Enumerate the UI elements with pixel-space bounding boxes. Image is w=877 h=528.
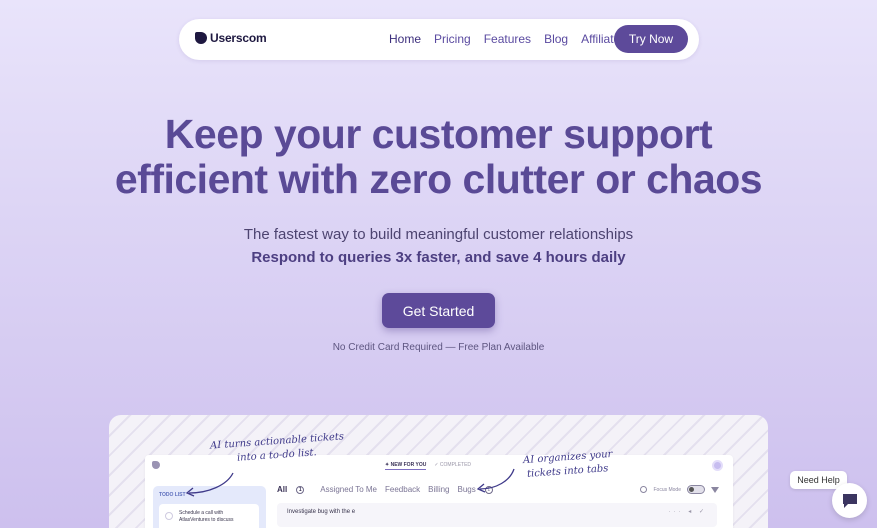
todo-item[interactable]: Schedule a call with AtlasVentures to di… xyxy=(159,504,259,528)
chat-bubble-icon xyxy=(842,493,857,508)
chat-launcher-button[interactable] xyxy=(832,483,867,518)
tab-all[interactable]: All 1 xyxy=(277,485,312,494)
tab-all-count-badge: 1 xyxy=(296,485,305,494)
avatar[interactable] xyxy=(712,460,723,471)
ticket-tools: Focus Mode xyxy=(640,485,719,494)
brand-name: Userscom xyxy=(210,31,267,45)
todo-checkbox[interactable] xyxy=(165,512,173,520)
nav-link-home[interactable]: Home xyxy=(389,32,421,46)
ticket-row[interactable]: Investigate bug with the e ··· ◂ ✓ xyxy=(277,503,717,527)
get-started-button[interactable]: Get Started xyxy=(382,293,495,328)
hero-subtitle: The fastest way to build meaningful cust… xyxy=(243,226,634,243)
app-logo-icon xyxy=(152,461,160,469)
tab-all-label: All xyxy=(277,485,288,494)
tab-feedback[interactable]: Feedback xyxy=(385,485,420,494)
top-navbar: Userscom Home Pricing Features Blog Affi… xyxy=(179,19,699,60)
ticket-subject: Investigate bug with the e xyxy=(287,509,356,515)
view-segment: ✦ NEW FOR YOU ✓ COMPLETED xyxy=(385,462,471,470)
brand-logo[interactable]: Userscom xyxy=(195,31,267,45)
nav-links: Home Pricing Features Blog Affiliate xyxy=(389,32,633,46)
hero-subtitle-bold: Respond to queries 3x faster, and save 4… xyxy=(251,249,626,266)
hero-title: Keep your customer support efficient wit… xyxy=(0,112,877,202)
nav-link-blog[interactable]: Blog xyxy=(544,32,568,46)
todo-item-text: Schedule a call with AtlasVentures to di… xyxy=(179,510,234,523)
focus-mode-label: Focus Mode xyxy=(653,486,681,493)
nav-link-features[interactable]: Features xyxy=(484,32,531,46)
focus-mode-toggle[interactable] xyxy=(687,485,705,494)
try-now-button[interactable]: Try Now xyxy=(614,25,688,53)
segment-completed[interactable]: ✓ COMPLETED xyxy=(434,462,471,470)
hero-title-line-1: Keep your customer support xyxy=(164,111,713,157)
tab-billing[interactable]: Billing xyxy=(428,485,449,494)
nav-link-pricing[interactable]: Pricing xyxy=(434,32,471,46)
segment-new-for-you[interactable]: ✦ NEW FOR YOU xyxy=(385,462,427,470)
hero-title-line-2: efficient with zero clutter or chaos xyxy=(114,156,763,202)
fine-print: No Credit Card Required — Free Plan Avai… xyxy=(332,342,545,353)
annotation-arrow-right-icon xyxy=(476,468,515,493)
brand-mark-icon xyxy=(195,32,207,44)
product-preview: ✦ NEW FOR YOU ✓ COMPLETED TODO LIST Sche… xyxy=(109,415,768,528)
tab-assigned-to-me[interactable]: Assigned To Me xyxy=(320,485,377,494)
annotation-arrow-left-icon xyxy=(185,472,234,497)
filter-icon[interactable] xyxy=(711,486,719,493)
search-icon[interactable] xyxy=(640,486,648,493)
ticket-actions[interactable]: ··· ◂ ✓ xyxy=(669,508,707,515)
tab-bugs-label: Bugs xyxy=(457,485,476,494)
